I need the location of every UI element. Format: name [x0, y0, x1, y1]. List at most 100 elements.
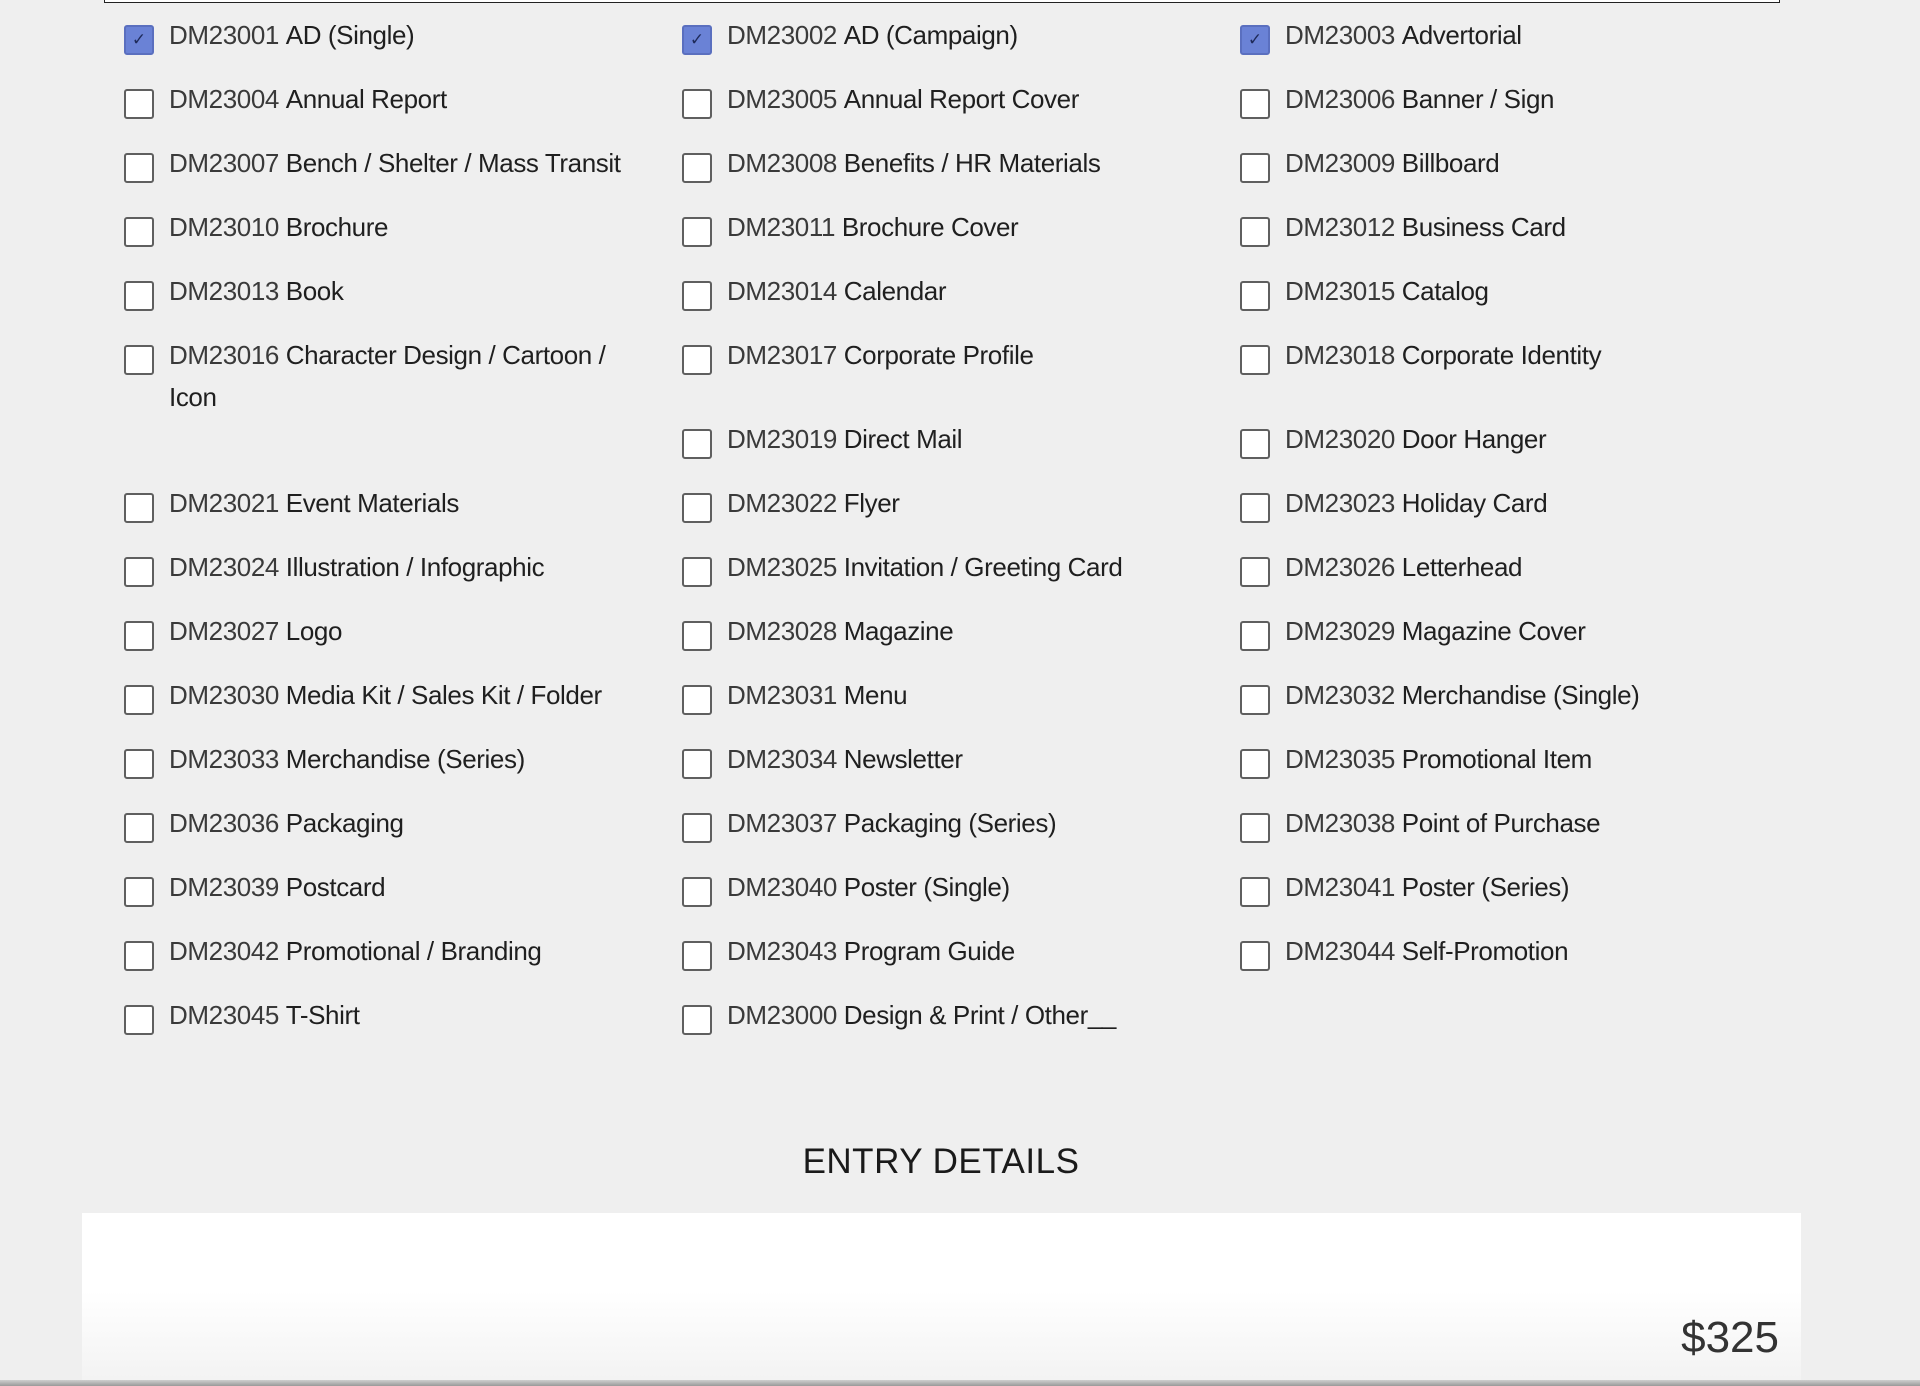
- category-option[interactable]: DM23022 Flyer: [682, 482, 1240, 546]
- checkbox[interactable]: [124, 493, 154, 523]
- checkbox[interactable]: [1240, 685, 1270, 715]
- category-option[interactable]: DM23021 Event Materials: [124, 482, 682, 546]
- category-option[interactable]: DM23002 AD (Campaign): [682, 14, 1240, 78]
- checkbox[interactable]: [1240, 345, 1270, 375]
- category-label: DM23041 Poster (Series): [1285, 866, 1570, 908]
- category-option[interactable]: DM23001 AD (Single): [124, 14, 682, 78]
- category-name: Corporate Profile: [843, 340, 1034, 370]
- category-option[interactable]: DM23018 Corporate Identity: [1240, 334, 1684, 418]
- checkbox[interactable]: [124, 557, 154, 587]
- category-option[interactable]: DM23027 Logo: [124, 610, 682, 674]
- checkbox[interactable]: [682, 813, 712, 843]
- category-option[interactable]: DM23025 Invitation / Greeting Card: [682, 546, 1240, 610]
- category-option[interactable]: DM23007 Bench / Shelter / Mass Transit: [124, 142, 682, 206]
- category-option[interactable]: DM23004 Annual Report: [124, 78, 682, 142]
- category-option[interactable]: DM23005 Annual Report Cover: [682, 78, 1240, 142]
- checkbox[interactable]: [124, 89, 154, 119]
- category-option[interactable]: DM23008 Benefits / HR Materials: [682, 142, 1240, 206]
- checkbox[interactable]: [1240, 429, 1270, 459]
- checkbox[interactable]: [682, 281, 712, 311]
- checkbox[interactable]: [682, 877, 712, 907]
- category-option[interactable]: DM23019 Direct Mail: [682, 418, 1240, 482]
- category-option[interactable]: DM23033 Merchandise (Series): [124, 738, 682, 802]
- category-option[interactable]: DM23015 Catalog: [1240, 270, 1684, 334]
- checkbox[interactable]: [682, 345, 712, 375]
- category-option[interactable]: DM23039 Postcard: [124, 866, 682, 930]
- category-label: DM23000 Design & Print / Other__: [727, 994, 1116, 1036]
- checkbox[interactable]: [1240, 749, 1270, 779]
- category-option[interactable]: DM23045 T-Shirt: [124, 994, 682, 1058]
- checkbox[interactable]: [124, 685, 154, 715]
- checkbox[interactable]: [682, 493, 712, 523]
- category-option[interactable]: DM23011 Brochure Cover: [682, 206, 1240, 270]
- checkbox[interactable]: [1240, 621, 1270, 651]
- category-option[interactable]: DM23036 Packaging: [124, 802, 682, 866]
- category-option[interactable]: DM23024 Illustration / Infographic: [124, 546, 682, 610]
- category-label: DM23003 Advertorial: [1285, 14, 1522, 56]
- checkbox[interactable]: [124, 621, 154, 651]
- checkbox[interactable]: [682, 153, 712, 183]
- checkbox-checked[interactable]: [1240, 25, 1270, 55]
- category-option[interactable]: DM23031 Menu: [682, 674, 1240, 738]
- checkbox[interactable]: [124, 345, 154, 375]
- category-option[interactable]: DM23026 Letterhead: [1240, 546, 1684, 610]
- checkbox[interactable]: [124, 877, 154, 907]
- category-option[interactable]: DM23023 Holiday Card: [1240, 482, 1684, 546]
- checkbox[interactable]: [1240, 493, 1270, 523]
- category-option[interactable]: DM23012 Business Card: [1240, 206, 1684, 270]
- category-option[interactable]: DM23013 Book: [124, 270, 682, 334]
- category-option[interactable]: DM23030 Media Kit / Sales Kit / Folder: [124, 674, 682, 738]
- category-option[interactable]: DM23000 Design & Print / Other__: [682, 994, 1240, 1058]
- checkbox[interactable]: [682, 685, 712, 715]
- checkbox[interactable]: [682, 749, 712, 779]
- category-option[interactable]: DM23028 Magazine: [682, 610, 1240, 674]
- category-name: Annual Report Cover: [843, 84, 1080, 114]
- checkbox[interactable]: [1240, 877, 1270, 907]
- checkbox[interactable]: [1240, 557, 1270, 587]
- category-option[interactable]: DM23040 Poster (Single): [682, 866, 1240, 930]
- checkbox[interactable]: [124, 813, 154, 843]
- category-code: DM23013: [169, 276, 279, 306]
- category-option[interactable]: DM23016 Character Design / Cartoon / Ico…: [124, 334, 682, 418]
- category-option[interactable]: DM23044 Self-Promotion: [1240, 930, 1684, 994]
- checkbox[interactable]: [682, 217, 712, 247]
- category-option[interactable]: DM23006 Banner / Sign: [1240, 78, 1684, 142]
- category-option[interactable]: DM23017 Corporate Profile: [682, 334, 1240, 418]
- checkbox[interactable]: [1240, 89, 1270, 119]
- checkbox[interactable]: [124, 1005, 154, 1035]
- category-option[interactable]: DM23014 Calendar: [682, 270, 1240, 334]
- category-option[interactable]: DM23041 Poster (Series): [1240, 866, 1684, 930]
- checkbox[interactable]: [682, 1005, 712, 1035]
- category-option[interactable]: DM23010 Brochure: [124, 206, 682, 270]
- category-option[interactable]: DM23032 Merchandise (Single): [1240, 674, 1684, 738]
- category-option[interactable]: DM23038 Point of Purchase: [1240, 802, 1684, 866]
- category-option[interactable]: DM23034 Newsletter: [682, 738, 1240, 802]
- checkbox[interactable]: [682, 941, 712, 971]
- checkbox[interactable]: [124, 153, 154, 183]
- checkbox[interactable]: [124, 281, 154, 311]
- category-option[interactable]: DM23029 Magazine Cover: [1240, 610, 1684, 674]
- category-name: Event Materials: [285, 488, 460, 518]
- category-option[interactable]: DM23003 Advertorial: [1240, 14, 1684, 78]
- checkbox[interactable]: [682, 557, 712, 587]
- checkbox[interactable]: [1240, 217, 1270, 247]
- checkbox[interactable]: [124, 217, 154, 247]
- checkbox[interactable]: [124, 749, 154, 779]
- checkbox[interactable]: [1240, 153, 1270, 183]
- category-option[interactable]: DM23020 Door Hanger: [1240, 418, 1684, 482]
- checkbox-checked[interactable]: [124, 25, 154, 55]
- category-option[interactable]: DM23035 Promotional Item: [1240, 738, 1684, 802]
- checkbox[interactable]: [682, 89, 712, 119]
- checkbox-checked[interactable]: [682, 25, 712, 55]
- checkbox[interactable]: [1240, 281, 1270, 311]
- category-option[interactable]: DM23037 Packaging (Series): [682, 802, 1240, 866]
- checkbox[interactable]: [682, 429, 712, 459]
- checkbox[interactable]: [1240, 941, 1270, 971]
- category-option[interactable]: DM23042 Promotional / Branding: [124, 930, 682, 994]
- category-option[interactable]: DM23043 Program Guide: [682, 930, 1240, 994]
- category-option[interactable]: DM23009 Billboard: [1240, 142, 1684, 206]
- checkbox[interactable]: [1240, 813, 1270, 843]
- category-name: Corporate Identity: [1401, 340, 1602, 370]
- checkbox[interactable]: [682, 621, 712, 651]
- checkbox[interactable]: [124, 941, 154, 971]
